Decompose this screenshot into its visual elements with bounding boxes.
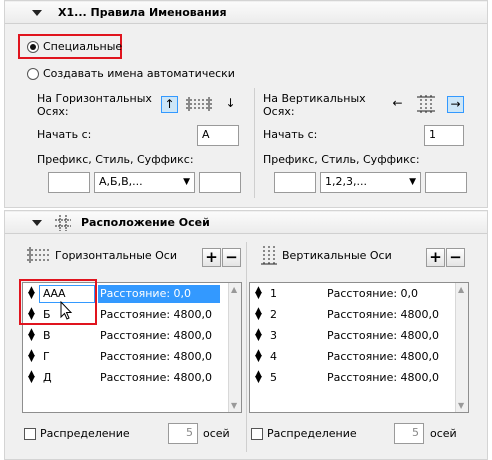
axis-name: Г [43, 350, 50, 363]
custom-naming-label[interactable]: Специальные [43, 40, 122, 53]
vertical-list-scrollbar[interactable]: ▲ ▼ [455, 283, 468, 412]
scroll-down-icon[interactable]: ▼ [458, 401, 464, 410]
axis-name: 4 [270, 350, 277, 363]
reorder-icon[interactable]: ▲ ▼ [255, 307, 262, 322]
axis-name: 2 [270, 308, 277, 321]
vertical-count-input[interactable]: 5 [394, 423, 424, 444]
axis-distance[interactable]: Расстояние: 4800,0 [327, 308, 439, 321]
vert-prefix-label: Префикс, Стиль, Суффикс: [263, 153, 420, 166]
highlight-box-names [19, 279, 97, 325]
axis-distance[interactable]: Расстояние: 4800,0 [327, 371, 439, 384]
chevron-down-icon: ▼ [409, 177, 416, 187]
table-row[interactable]: ▲ ▼ 2 Расстояние: 4800,0 [251, 305, 449, 325]
reorder-icon[interactable]: ▲ ▼ [255, 370, 262, 385]
axis-distance[interactable]: Расстояние: 0,0 [98, 285, 220, 303]
horiz-style-value: А,Б,В,... [99, 175, 143, 188]
remove-horizontal-axis-button[interactable]: − [222, 248, 241, 267]
vertical-distribution-checkbox[interactable] [251, 428, 263, 440]
horizontal-axes-title: Горизонтальные Оси [55, 249, 177, 262]
axis-name: Д [43, 371, 52, 384]
vertical-axes-icon [413, 93, 439, 115]
auto-naming-radio[interactable] [27, 68, 39, 80]
custom-naming-radio[interactable] [27, 41, 39, 53]
vertical-axes-small-icon [259, 245, 279, 267]
reorder-icon[interactable]: ▲ ▼ [255, 286, 262, 301]
vertical-axes-word: осей [430, 427, 457, 440]
reorder-icon[interactable]: ▲ ▼ [255, 328, 262, 343]
chevron-down-icon: ▼ [183, 177, 190, 187]
vertical-distribution-label: Распределение [267, 427, 357, 440]
horiz-suffix-input[interactable] [199, 172, 241, 193]
scroll-up-icon[interactable]: ▲ [458, 285, 464, 294]
vert-start-label: Начать с: [263, 128, 318, 141]
remove-vertical-axis-button[interactable]: − [446, 248, 465, 267]
horiz-start-label: Начать с: [37, 128, 92, 141]
arrow-right-icon[interactable]: → [447, 96, 464, 113]
axis-distance[interactable]: Расстояние: 4800,0 [100, 350, 212, 363]
table-row[interactable]: ▲ ▼ 3 Расстояние: 4800,0 [251, 326, 449, 346]
vert-suffix-input[interactable] [425, 172, 467, 193]
axis-distance[interactable]: Расстояние: 4800,0 [100, 308, 212, 321]
axis-distance[interactable]: Расстояние: 4800,0 [100, 371, 212, 384]
reorder-icon[interactable]: ▲ ▼ [28, 370, 35, 385]
auto-naming-label[interactable]: Создавать имена автоматически [43, 67, 235, 80]
reorder-icon[interactable]: ▲ ▼ [255, 349, 262, 364]
vert-start-input[interactable]: 1 [424, 125, 464, 146]
layout-header-title: Расположение Осей [81, 216, 210, 229]
vert-axes-label: На Вертикальных Осях: [263, 92, 366, 118]
horizontal-list-scrollbar[interactable]: ▲ ▼ [228, 283, 241, 412]
horiz-prefix-label: Префикс, Стиль, Суффикс: [37, 153, 194, 166]
collapse-triangle-icon[interactable] [32, 10, 42, 16]
axis-distance[interactable]: Расстояние: 4800,0 [100, 329, 212, 342]
axis-distance[interactable]: Расстояние: 0,0 [327, 287, 418, 300]
arrow-down-icon[interactable]: ↓ [222, 96, 239, 113]
naming-header-title: Х1... Правила Именования [58, 6, 227, 19]
axis-name: В [43, 329, 51, 342]
naming-divider [254, 88, 255, 198]
add-horizontal-axis-button[interactable]: + [202, 248, 221, 267]
horiz-prefix-input[interactable] [48, 172, 90, 193]
mouse-cursor-icon [60, 300, 74, 321]
horizontal-axes-word: осей [203, 427, 230, 440]
table-row[interactable]: ▲ ▼ 4 Расстояние: 4800,0 [251, 347, 449, 367]
naming-section-header[interactable]: Х1... Правила Именования [5, 2, 487, 24]
axis-name: 1 [270, 287, 277, 300]
table-row[interactable]: ▲ ▼ В Расстояние: 4800,0 [24, 326, 222, 346]
add-vertical-axis-button[interactable]: + [426, 248, 445, 267]
table-row[interactable]: ▲ ▼ Д Расстояние: 4800,0 [24, 368, 222, 388]
horizontal-axes-small-icon [26, 246, 52, 264]
horizontal-axes-icon [184, 96, 214, 113]
vertical-axes-title: Вертикальные Оси [282, 249, 392, 262]
grid-icon [55, 215, 71, 231]
layout-divider [246, 242, 247, 452]
horiz-start-input[interactable]: А [197, 125, 239, 146]
collapse-triangle-icon[interactable] [32, 220, 42, 226]
vert-style-value: 1,2,3,... [325, 175, 367, 188]
table-row[interactable]: ▲ ▼ 5 Расстояние: 4800,0 [251, 368, 449, 388]
horiz-style-select[interactable]: А,Б,В,... ▼ [94, 172, 195, 193]
reorder-icon[interactable]: ▲ ▼ [28, 349, 35, 364]
vert-prefix-input[interactable] [274, 172, 316, 193]
axis-name: 5 [270, 371, 277, 384]
axis-distance[interactable]: Расстояние: 4800,0 [327, 329, 439, 342]
scroll-up-icon[interactable]: ▲ [231, 285, 237, 294]
table-row[interactable]: ▲ ▼ 1 Расстояние: 0,0 [251, 284, 449, 304]
reorder-icon[interactable]: ▲ ▼ [28, 328, 35, 343]
arrow-up-icon[interactable]: ↑ [161, 96, 178, 113]
layout-section-header[interactable]: Расположение Осей [5, 212, 487, 234]
horiz-axes-label: На Горизонтальных Осях: [37, 92, 152, 118]
scroll-down-icon[interactable]: ▼ [231, 401, 237, 410]
horizontal-distribution-checkbox[interactable] [24, 428, 36, 440]
axis-name: 3 [270, 329, 277, 342]
vert-style-select[interactable]: 1,2,3,... ▼ [320, 172, 421, 193]
table-row[interactable]: ▲ ▼ Г Расстояние: 4800,0 [24, 347, 222, 367]
arrow-left-icon[interactable]: ← [389, 96, 406, 113]
horizontal-count-input[interactable]: 5 [168, 423, 198, 444]
vertical-axes-list[interactable]: ▲ ▼ 1 Расстояние: 0,0 ▲ ▼ 2 Расстояние: 48… [249, 282, 469, 413]
horizontal-distribution-label: Распределение [40, 427, 130, 440]
axis-distance[interactable]: Расстояние: 4800,0 [327, 350, 439, 363]
